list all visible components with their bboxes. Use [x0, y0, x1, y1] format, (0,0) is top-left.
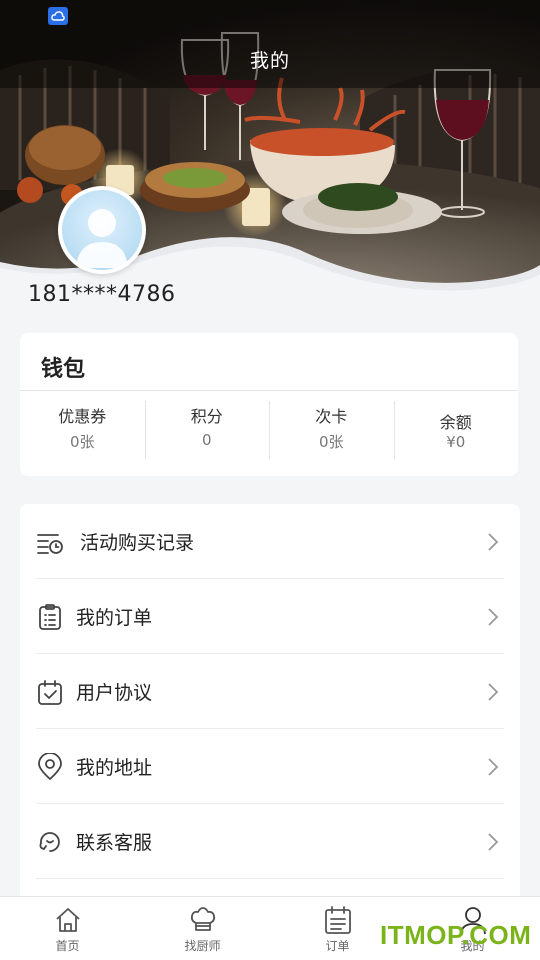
- menu-item-customer-service[interactable]: 联系客服: [20, 804, 520, 879]
- menu-item-my-orders[interactable]: 我的订单: [20, 579, 520, 654]
- page-title: 我的: [249, 50, 290, 72]
- chevron-right-icon: [488, 757, 499, 776]
- stat-value: 0张: [69, 433, 95, 451]
- default-user-icon: [76, 209, 128, 268]
- menu-label: 我的地址: [76, 757, 153, 779]
- avatar[interactable]: [58, 186, 146, 274]
- stat-value: 0张: [318, 433, 344, 451]
- tab-label: 首页: [55, 939, 80, 953]
- stat-value: ¥0: [446, 433, 466, 451]
- menu-label: 活动购买记录: [80, 532, 195, 554]
- chevron-right-icon: [488, 682, 499, 701]
- chevron-right-icon: [488, 832, 499, 851]
- top-bar: [0, 0, 540, 88]
- wallet-stat-coupons[interactable]: 优惠券 0张: [20, 391, 145, 461]
- menu-item-my-address[interactable]: 我的地址: [20, 729, 520, 804]
- menu-label: 我的订单: [76, 607, 153, 629]
- order-list-icon: [324, 906, 351, 934]
- stat-label: 积分: [190, 407, 223, 426]
- tab-find-chef[interactable]: 找厨师: [135, 897, 270, 960]
- wallet-stat-points[interactable]: 积分 0: [144, 391, 270, 461]
- location-pin-icon: [38, 752, 62, 780]
- agreement-icon: [38, 679, 62, 705]
- menu-card: 活动购买记录 我的订单 用户协议 我的地址 联系客服: [20, 504, 520, 904]
- stat-label: 次卡: [315, 407, 348, 426]
- tab-home[interactable]: 首页: [0, 897, 135, 960]
- user-phone: 181****4786: [28, 282, 176, 307]
- site-watermark: ITMOP.COM: [380, 920, 532, 950]
- customer-service-icon: [39, 831, 60, 852]
- chef-hat-icon: [190, 907, 215, 931]
- wallet-card: 钱包 优惠券 0张 积分 0 次卡 0张 余额 ¥0: [20, 333, 518, 476]
- menu-label: 联系客服: [76, 832, 153, 854]
- wallet-stat-balance[interactable]: 余额 ¥0: [393, 391, 519, 461]
- cloud-icon: [48, 7, 68, 25]
- chevron-right-icon: [488, 607, 499, 626]
- menu-item-user-agreement[interactable]: 用户协议: [20, 654, 520, 729]
- wallet-title: 钱包: [41, 357, 86, 382]
- wallet-stat-cards[interactable]: 次卡 0张: [269, 391, 394, 461]
- stat-label: 优惠券: [58, 407, 107, 426]
- menu-item-purchase-history[interactable]: 活动购买记录: [20, 504, 520, 579]
- tab-label: 找厨师: [184, 939, 221, 953]
- stat-label: 余额: [439, 413, 472, 432]
- purchase-history-icon: [37, 533, 63, 554]
- clipboard-icon: [39, 603, 61, 630]
- home-icon: [55, 908, 80, 932]
- menu-label: 用户协议: [76, 682, 153, 704]
- stat-value: 0: [201, 431, 212, 449]
- chevron-right-icon: [488, 532, 499, 551]
- tab-label: 订单: [325, 939, 350, 953]
